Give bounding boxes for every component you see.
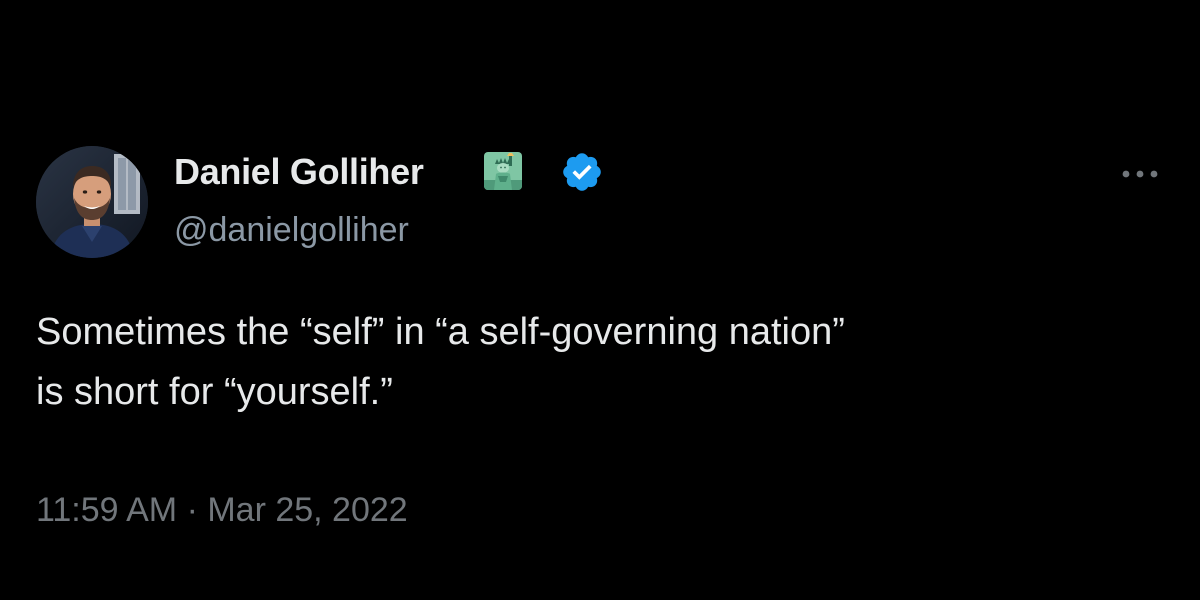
tweet-timestamp[interactable]: 11:59 AM · Mar 25, 2022	[36, 488, 408, 532]
author-handle[interactable]: @danielgolliher	[174, 208, 409, 252]
tweet-card: Daniel Golliher @danielgolliher Sometime…	[0, 0, 1200, 600]
avatar[interactable]	[36, 146, 148, 258]
verified-badge-icon	[560, 150, 604, 194]
tweet-text: Sometimes the “self” in “a self-governin…	[36, 302, 1156, 422]
more-horizontal-icon	[1122, 170, 1158, 178]
statue-of-liberty-icon	[484, 152, 522, 190]
avatar-image	[36, 146, 148, 258]
tweet-text-line: Sometimes the “self” in “a self-governin…	[36, 311, 845, 353]
author-name[interactable]: Daniel Golliher	[174, 150, 424, 194]
tweet-text-line: is short for “yourself.”	[36, 371, 393, 413]
more-options-button[interactable]	[1112, 156, 1168, 192]
